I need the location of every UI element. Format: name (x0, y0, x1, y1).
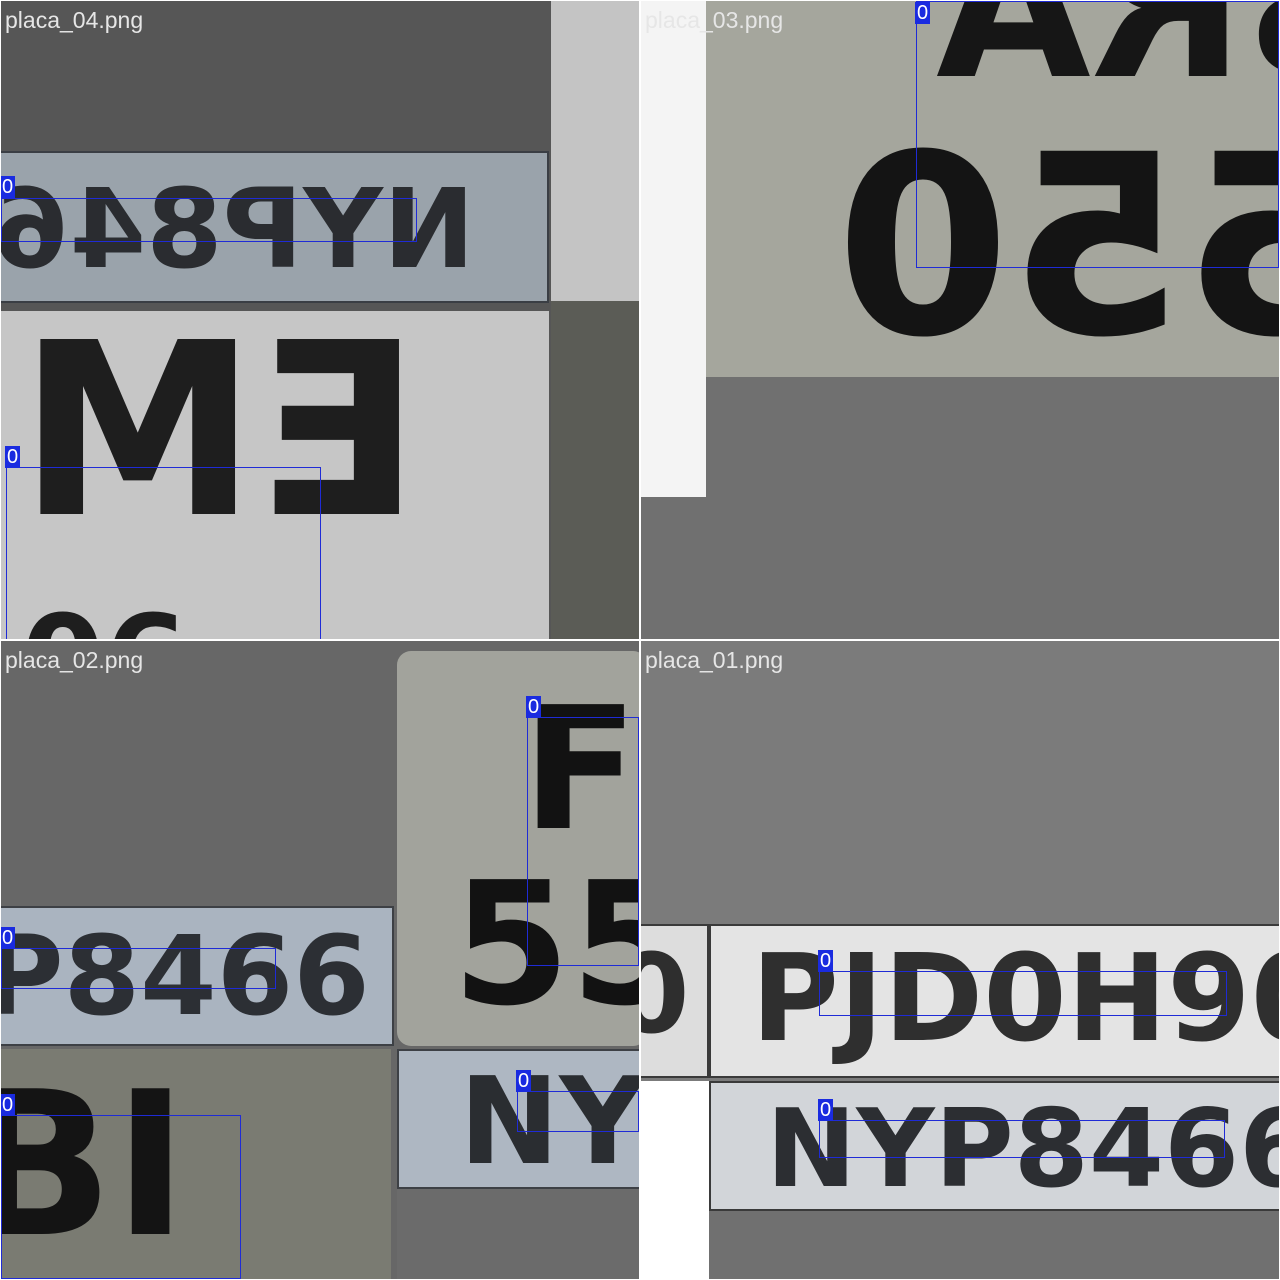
mosaic-tile-placa-04: placa_04.png NYP846 EMH 06 0 0 (1, 1, 639, 639)
class-tag: 0 (915, 2, 931, 24)
tile-filename: placa_03.png (645, 7, 784, 33)
dark-strip (709, 1211, 1279, 1279)
detection-box (517, 1091, 639, 1132)
detection-box (1, 948, 276, 989)
detection-box (1, 1115, 241, 1279)
tile-filename: placa_02.png (5, 647, 144, 673)
plate-crop: 0 (641, 924, 709, 1078)
mosaic-tile-placa-03: BRA 1550 placa_03.png 0 (641, 1, 1279, 639)
class-tag: 0 (1, 927, 16, 949)
class-tag: 0 (1, 176, 16, 198)
light-strip (601, 41, 631, 291)
detection-box (819, 1120, 1225, 1158)
class-tag: 0 (526, 696, 542, 718)
white-border (641, 1, 706, 497)
class-tag: 0 (1, 1094, 16, 1116)
white-border (641, 1081, 709, 1279)
plate-text: 0 (641, 930, 690, 1058)
detection-box (916, 1, 1279, 268)
mosaic-tile-placa-01: placa_01.png 0 PJD0H90 NYP8466 0 0 (641, 641, 1279, 1279)
class-tag: 0 (5, 446, 21, 468)
mosaic-tile-placa-02: placa_02.png P8466 BI F 55 NY 0 0 0 0 (1, 641, 639, 1279)
tile-filename: placa_04.png (5, 7, 144, 33)
dark-strip (397, 1189, 639, 1279)
dark-strip (551, 301, 639, 639)
tile-filename: placa_01.png (645, 647, 784, 673)
class-tag: 0 (818, 950, 834, 972)
detection-box (1, 198, 417, 242)
detection-box (527, 717, 639, 966)
class-tag: 0 (516, 1070, 532, 1092)
detection-box (819, 971, 1227, 1016)
detection-box (6, 467, 321, 639)
class-tag: 0 (818, 1099, 834, 1121)
